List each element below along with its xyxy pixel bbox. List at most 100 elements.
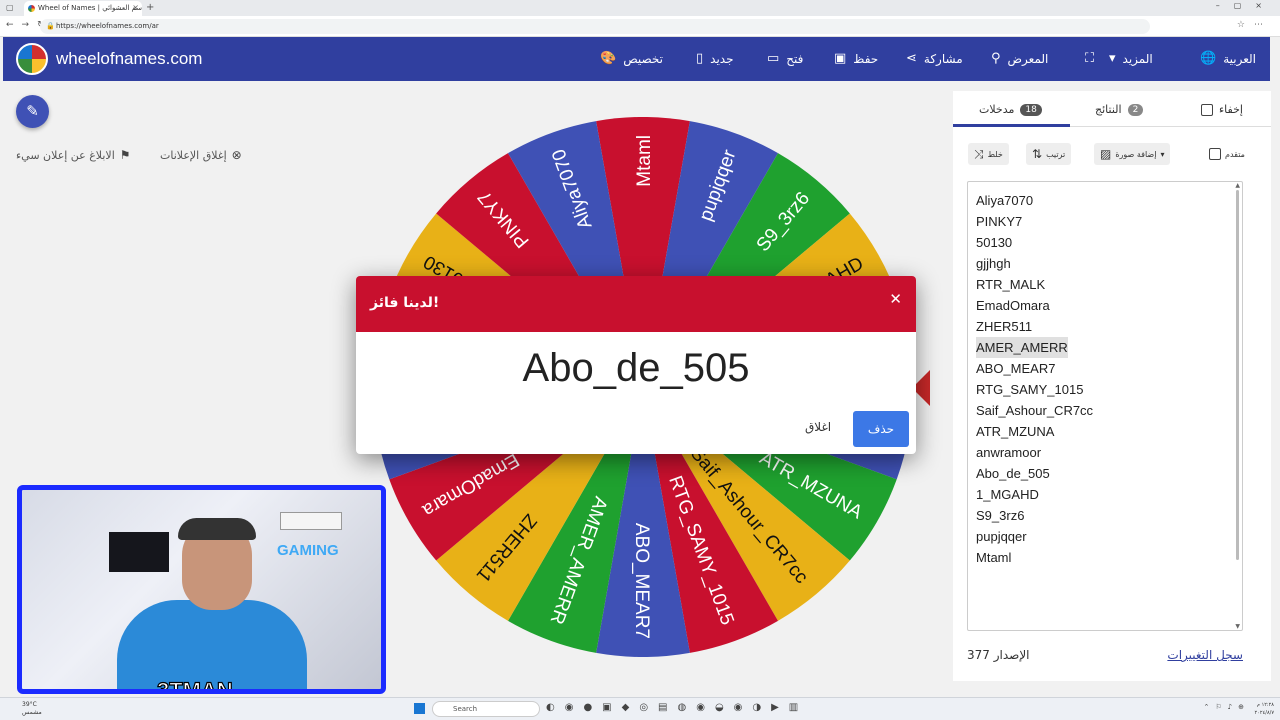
shuffle-button[interactable]: ⤨ خلط: [968, 143, 1009, 165]
close-ads-link[interactable]: إغلاق الإعلانات ⊗: [160, 148, 242, 162]
entry-text: ABO_MEAR7: [976, 361, 1056, 376]
entry-line[interactable]: AMER_AMERR: [976, 337, 1234, 358]
entry-line[interactable]: Abo_de_505: [976, 463, 1234, 484]
caret-down-icon: ▾: [1160, 149, 1165, 159]
panel-tabs: مدخلات 18 النتائج 2 إخفاء: [953, 91, 1271, 127]
taskbar-clock[interactable]: ١٢:٢٨ م ٢٠٢٤/٨/٧: [1255, 701, 1274, 717]
entry-line[interactable]: Mtaml: [976, 547, 1234, 568]
wheel-logo-icon[interactable]: [16, 43, 48, 75]
weather-desc: مشمس: [22, 709, 42, 716]
close-tab-icon[interactable]: ×: [132, 3, 139, 12]
save-icon: ▣: [834, 51, 847, 66]
entry-line[interactable]: pupjqqer: [976, 526, 1234, 547]
close-icon[interactable]: ✕: [889, 290, 902, 308]
brand-name[interactable]: wheelofnames.com: [56, 49, 202, 69]
entry-line[interactable]: EmadOmara: [976, 295, 1234, 316]
save-button[interactable]: ▣ حفظ: [834, 51, 878, 66]
browser-toolbar-icons[interactable]: ☆⋯: [1237, 20, 1272, 30]
winner-dialog: لدينا فائز! ✕ Abo_de_505 اغلاق حذف: [356, 276, 916, 454]
windows-start-icon[interactable]: [414, 703, 425, 714]
entry-line[interactable]: 50130: [976, 232, 1234, 253]
taskbar-app-icons[interactable]: ◐◉●▣◆◎▤◍◉◒◉◑▶▥: [546, 702, 808, 713]
tab-list-icon[interactable]: ▢: [6, 3, 14, 12]
more-button[interactable]: ▾ المزيد: [1109, 51, 1153, 66]
sort-label: ترتيب: [1046, 149, 1066, 159]
advanced-toggle[interactable]: متقدم: [1203, 143, 1251, 165]
close-button[interactable]: اغلاق: [805, 420, 831, 434]
entry-line[interactable]: Aliya7070: [976, 190, 1234, 211]
customize-button[interactable]: 🎨 تخصيص: [600, 51, 663, 66]
webcam-overlay: GAMING 3TMAN: [17, 485, 386, 694]
clock-date: ٢٠٢٤/٨/٧: [1254, 710, 1274, 716]
advanced-checkbox[interactable]: [1209, 148, 1221, 160]
hide-toggle[interactable]: إخفاء: [1201, 103, 1243, 116]
entry-text: Aliya7070: [976, 193, 1034, 208]
url-field[interactable]: 🔒 https://wheelofnames.com/ar: [40, 19, 1150, 34]
report-ad-link[interactable]: الابلاغ عن إعلان سيء ⚑: [16, 148, 131, 162]
entry-text: ATR_MZUNA: [976, 424, 1055, 439]
entry-line[interactable]: anwramoor: [976, 442, 1234, 463]
window-controls[interactable]: –▢×: [1216, 1, 1276, 10]
webcam-person-headband: [178, 518, 256, 540]
entry-line[interactable]: ATR_MZUNA: [976, 421, 1234, 442]
system-tray-icons[interactable]: ⌃⚐♪⊕: [1204, 703, 1250, 711]
taskbar-search[interactable]: Search: [432, 701, 540, 717]
shuffle-icon: ⤨: [974, 146, 984, 161]
entry-line[interactable]: PINKY7: [976, 211, 1234, 232]
edit-fab-button[interactable]: ✎: [16, 95, 49, 128]
caret-down-icon: ▾: [1109, 51, 1116, 66]
add-image-label: إضافة صورة: [1115, 149, 1157, 159]
customize-label: تخصيص: [623, 51, 664, 66]
remove-button[interactable]: حذف: [853, 411, 909, 447]
report-ad-label: الابلاغ عن إعلان سيء: [16, 148, 115, 162]
tab-entries[interactable]: مدخلات 18: [979, 103, 1042, 116]
entry-line[interactable]: RTR_MALK: [976, 274, 1234, 295]
taskbar-search-label: Search: [453, 705, 478, 713]
open-button[interactable]: ▭ فتح: [767, 51, 803, 66]
new-button[interactable]: ▯ جديد: [696, 51, 734, 66]
entry-line[interactable]: RTG_SAMY_1015: [976, 379, 1234, 400]
entry-line[interactable]: Saif_Ashour_CR7cc: [976, 400, 1234, 421]
entry-line[interactable]: 1_MGAHD: [976, 484, 1234, 505]
favicon-icon: [28, 5, 35, 12]
browser-tab[interactable]: Wheel of Names | الاسم العشوائي ×: [24, 1, 142, 16]
tab-results[interactable]: النتائج 2: [1095, 103, 1144, 116]
hide-checkbox[interactable]: [1201, 103, 1213, 116]
streamer-name: 3TMAN: [156, 677, 233, 694]
scroll-down-icon[interactable]: ▼: [1235, 623, 1240, 630]
add-image-button[interactable]: ▨ إضافة صورة ▾: [1094, 143, 1171, 165]
pencil-icon: ✎: [26, 102, 39, 120]
entry-line[interactable]: ABO_MEAR7: [976, 358, 1234, 379]
share-button[interactable]: ⋖ مشاركة: [906, 51, 963, 66]
sort-button[interactable]: ⇅ ترتيب: [1026, 143, 1072, 165]
entries-scrollbar[interactable]: [1236, 190, 1239, 560]
more-label: المزيد: [1122, 51, 1153, 66]
entry-text: anwramoor: [976, 445, 1042, 460]
webcam-wall-text: GAMING: [277, 542, 339, 559]
new-tab-icon[interactable]: +: [146, 2, 154, 13]
image-icon: ▨: [1100, 147, 1112, 161]
clock-time: ١٢:٢٨ م: [1256, 702, 1274, 708]
sort-icon: ⇅: [1032, 147, 1043, 161]
entry-line[interactable]: S9_3rz6: [976, 505, 1234, 526]
palette-icon: 🎨: [600, 51, 617, 66]
entry-text: Mtaml: [976, 550, 1012, 565]
fullscreen-button[interactable]: ⛶: [1085, 51, 1094, 66]
search-icon: ⚲: [991, 51, 1001, 66]
new-label: جديد: [710, 51, 734, 66]
url-text: https://wheelofnames.com/ar: [56, 22, 159, 30]
fullscreen-icon: ⛶: [1085, 51, 1095, 66]
weather-widget[interactable]: 39°C مشمس: [22, 701, 42, 717]
close-ads-label: إغلاق الإعلانات: [160, 148, 227, 162]
scroll-up-icon[interactable]: ▲: [1235, 182, 1240, 189]
changelog-link[interactable]: سجل التغييرات: [1167, 648, 1243, 662]
gallery-button[interactable]: ⚲ المعرض: [991, 51, 1048, 66]
entry-line[interactable]: ZHER511: [976, 316, 1234, 337]
entry-line[interactable]: gjjhgh: [976, 253, 1234, 274]
browser-tab-strip: ▢ Wheel of Names | الاسم العشوائي × + –▢…: [0, 0, 1280, 16]
shuffle-label: خلط: [987, 149, 1003, 159]
entries-textarea[interactable]: ▲ ▼ Aliya7070 PINKY7 50130 gjjhgh RTR_MALK Em…: [967, 181, 1243, 631]
language-button[interactable]: 🌐 العربية: [1200, 51, 1256, 66]
share-icon: ⋖: [906, 51, 917, 66]
entry-text: gjjhgh: [976, 256, 1011, 271]
